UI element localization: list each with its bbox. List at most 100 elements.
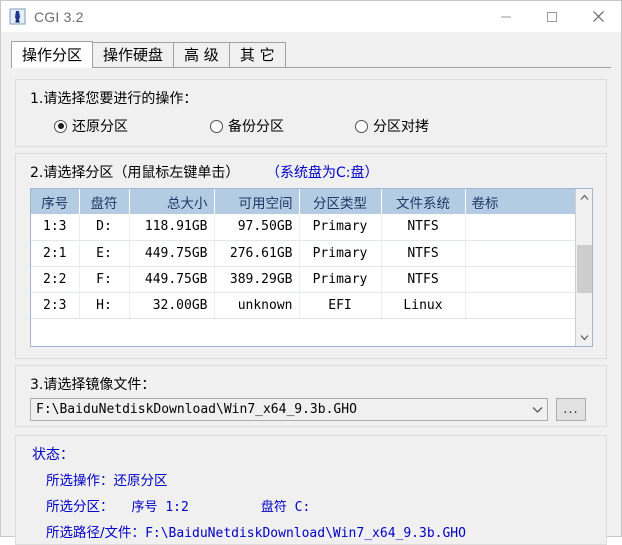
tab-operate-disk[interactable]: 操作硬盘 (92, 42, 175, 67)
tab-other[interactable]: 其 它 (228, 42, 286, 67)
system-disk-note: （系统盘为C:盘） (266, 165, 379, 181)
chevron-up-icon (580, 194, 589, 200)
cell-free: 97.50GB (214, 214, 300, 241)
tab-operate-partition[interactable]: 操作分区 (11, 41, 94, 68)
partition-group-label: 2.请选择分区（用鼠标左键单击） (30, 165, 240, 181)
radio-mark-icon (355, 119, 368, 133)
column-header-index[interactable]: 序号 (31, 189, 80, 214)
image-file-group: 3.请选择镜像文件： F:\BaiduNetdiskDownload\Win7_… (15, 365, 607, 427)
combobox-dropdown-button[interactable] (527, 399, 547, 420)
minimize-icon (501, 16, 511, 17)
cell-volume (465, 266, 576, 293)
cell-size: 449.75GB (129, 240, 215, 267)
title-bar: CGI 3.2 (1, 1, 621, 32)
radio-clone-partition[interactable]: 分区对拷 (355, 116, 429, 136)
cell-size: 118.91GB (129, 214, 215, 241)
column-header-type[interactable]: 分区类型 (299, 189, 382, 214)
radio-restore-partition[interactable]: 还原分区 (54, 116, 210, 136)
table-row[interactable]: 1:3 D: 118.91GB 97.50GB Primary NTFS (31, 214, 576, 241)
app-icon (9, 8, 26, 25)
status-partition-drive-value: C: (294, 500, 311, 515)
status-group: 状态： 所选操作：还原分区 所选分区： 序号 1:2 盘符 C: 所选路径/文件：F… (15, 435, 607, 545)
browse-button[interactable]: ... (556, 398, 586, 421)
radio-clone-partition-label: 分区对拷 (373, 119, 429, 135)
maximize-icon (547, 11, 557, 22)
cell-index: 1:3 (31, 214, 80, 241)
status-title: 状态： (32, 447, 74, 463)
partition-table-container: 序号 盘符 总大小 可用空间 分区类型 文件系统 卷标 1:3 D: 118.9… (30, 188, 593, 347)
table-row[interactable]: 2:1 E: 449.75GB 276.61GB Primary NTFS (31, 240, 576, 267)
radio-mark-icon (54, 119, 67, 133)
cell-type: EFI (299, 292, 382, 319)
table-row[interactable]: 2:2 F: 449.75GB 389.29GB Primary NTFS (31, 266, 576, 293)
status-partition-drive-label: 盘符 (260, 500, 287, 515)
cell-type: Primary (299, 240, 382, 267)
operation-group-label: 1.请选择您要进行的操作： (30, 91, 198, 107)
status-path-value: F:\BaiduNetdiskDownload\Win7_x64_9.3b.GH… (145, 526, 466, 541)
cell-index: 2:3 (31, 292, 80, 319)
operation-radio-row: 还原分区 备份分区 分区对拷 (54, 116, 594, 136)
cell-volume (465, 292, 576, 319)
close-icon (592, 11, 604, 22)
tab-advanced[interactable]: 高 级 (173, 42, 230, 67)
status-partition-index-label: 序号 (131, 500, 158, 515)
window-title: CGI 3.2 (34, 8, 84, 25)
maximize-button[interactable] (529, 1, 575, 32)
cell-volume (465, 214, 576, 241)
table-header-row: 序号 盘符 总大小 可用空间 分区类型 文件系统 卷标 (31, 189, 576, 214)
partition-table[interactable]: 序号 盘符 总大小 可用空间 分区类型 文件系统 卷标 1:3 D: 118.9… (31, 189, 576, 319)
cell-volume (465, 240, 576, 267)
column-header-size[interactable]: 总大小 (129, 189, 215, 214)
operation-group: 1.请选择您要进行的操作： 还原分区 备份分区 分区对拷 (15, 79, 607, 147)
status-partition-line: 所选分区： 序号 1:2 盘符 C: (46, 495, 310, 515)
cell-free: 276.61GB (214, 240, 300, 267)
status-operation-label: 所选操作： (46, 473, 114, 489)
radio-restore-partition-label: 还原分区 (72, 119, 128, 135)
column-header-drive[interactable]: 盘符 (79, 189, 130, 214)
tab-strip: 操作分区 操作硬盘 高 级 其 它 (11, 41, 611, 68)
column-header-filesystem[interactable]: 文件系统 (381, 189, 466, 214)
image-file-group-label: 3.请选择镜像文件： (30, 377, 156, 393)
window-controls (483, 1, 621, 32)
cell-type: Primary (299, 214, 382, 241)
cell-drive: D: (79, 214, 130, 241)
partition-group: 2.请选择分区（用鼠标左键单击） （系统盘为C:盘） 序号 盘符 总大小 可用空… (15, 153, 607, 359)
cell-filesystem: NTFS (381, 266, 466, 293)
radio-backup-partition[interactable]: 备份分区 (210, 116, 355, 136)
status-path-line: 所选路径/文件：F:\BaiduNetdiskDownload\Win7_x64… (46, 521, 466, 541)
scroll-down-button[interactable] (576, 329, 592, 346)
app-window: CGI 3.2 操作分区 操作硬盘 高 级 其 它 1.请选择您要进行的操作： … (0, 0, 622, 545)
cell-filesystem: NTFS (381, 214, 466, 241)
close-button[interactable] (575, 1, 621, 32)
status-operation-value: 还原分区 (113, 473, 168, 489)
scroll-up-button[interactable] (576, 189, 592, 206)
cell-size: 449.75GB (129, 266, 215, 293)
status-partition-label: 所选分区： (46, 499, 114, 515)
minimize-button[interactable] (483, 1, 529, 32)
cell-free: unknown (214, 292, 300, 319)
status-operation-line: 所选操作：还原分区 (46, 469, 168, 489)
table-row[interactable]: 2:3 H: 32.00GB unknown EFI Linux (31, 292, 576, 319)
scrollbar-thumb[interactable] (577, 245, 592, 293)
cell-filesystem: NTFS (381, 240, 466, 267)
cell-drive: F: (79, 266, 130, 293)
cell-type: Primary (299, 266, 382, 293)
column-header-volume[interactable]: 卷标 (465, 189, 576, 214)
column-header-free[interactable]: 可用空间 (214, 189, 300, 214)
radio-mark-icon (210, 119, 223, 133)
image-path-value: F:\BaiduNetdiskDownload\Win7_x64_9.3b.GH… (36, 402, 357, 417)
cell-size: 32.00GB (129, 292, 215, 319)
status-path-label: 所选路径/文件： (46, 525, 146, 541)
chevron-down-icon (580, 335, 589, 341)
radio-backup-partition-label: 备份分区 (228, 119, 284, 135)
cell-drive: H: (79, 292, 130, 319)
client-area: 操作分区 操作硬盘 高 级 其 它 1.请选择您要进行的操作： 还原分区 备份分… (1, 32, 621, 545)
image-path-combobox[interactable]: F:\BaiduNetdiskDownload\Win7_x64_9.3b.GH… (30, 398, 548, 421)
cell-index: 2:2 (31, 266, 80, 293)
cell-drive: E: (79, 240, 130, 267)
cell-index: 2:1 (31, 240, 80, 267)
cell-filesystem: Linux (381, 292, 466, 319)
chevron-down-icon (532, 406, 542, 413)
table-scrollbar[interactable] (575, 189, 592, 346)
cell-free: 389.29GB (214, 266, 300, 293)
